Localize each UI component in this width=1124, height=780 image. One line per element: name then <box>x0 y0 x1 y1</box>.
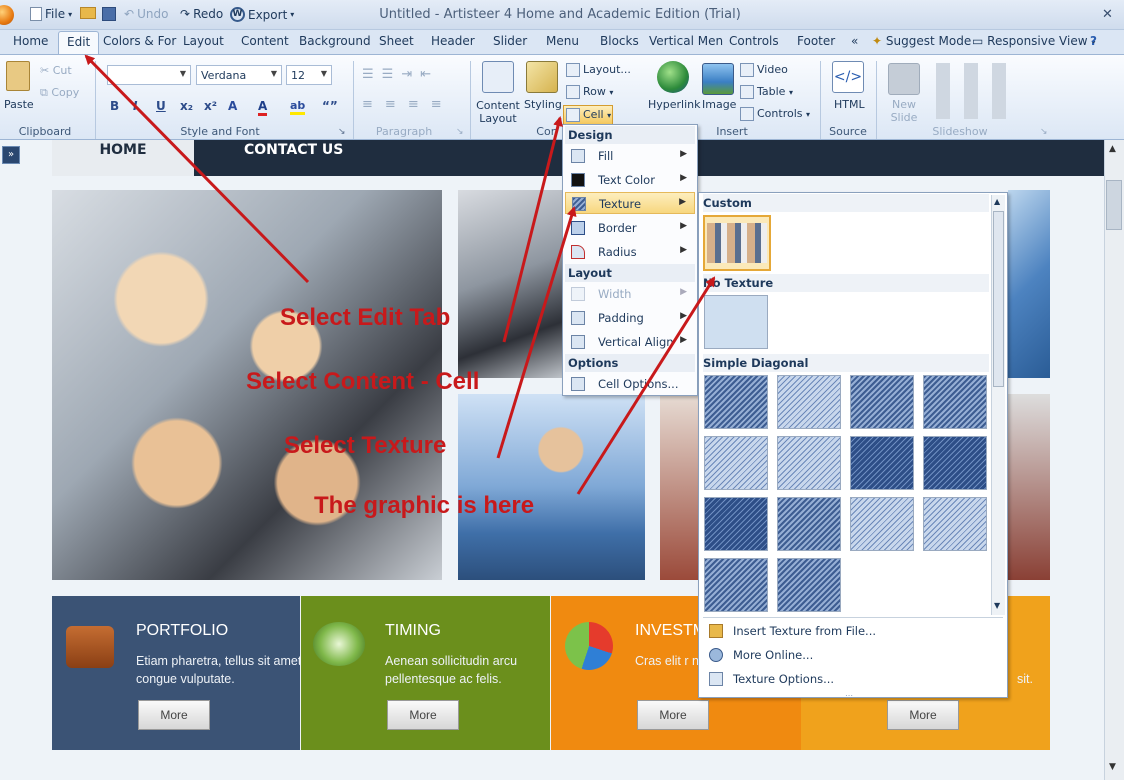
arrow-to-cell-button <box>502 116 563 343</box>
annotation-select-texture: Select Texture <box>284 432 447 459</box>
annotation-select-edit-tab: Select Edit Tab <box>280 304 451 331</box>
arrow-to-custom-texture <box>576 276 716 495</box>
arrow-to-edit-tab <box>84 54 310 284</box>
arrow-to-texture-item <box>496 206 577 459</box>
annotation-select-content-cell: Select Content - Cell <box>246 368 480 395</box>
annotation-graphic-is-here: The graphic is here <box>314 492 535 519</box>
annotation-arrows <box>84 54 716 495</box>
